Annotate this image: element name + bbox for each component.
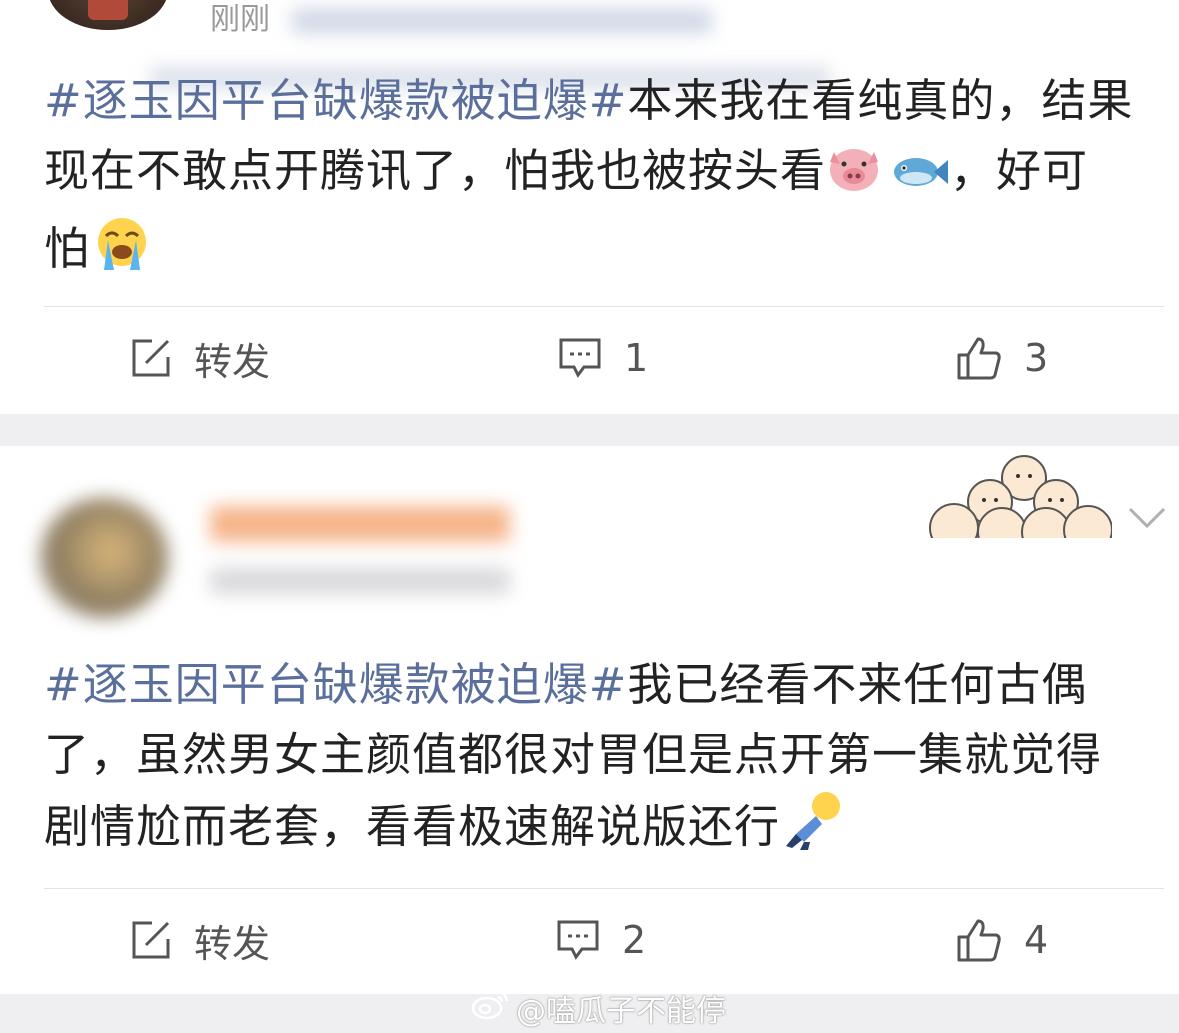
decoration-sticker <box>928 454 1113 557</box>
post-text: #逐玉因平台缺爆款被迫爆#我已经看不来任何古偶 了，虽然男女主颜值都很对胃但是点… <box>44 650 1154 870</box>
comment-icon <box>558 337 602 379</box>
watermark-text: @嗑瓜子不能停 <box>516 994 726 1029</box>
lying-flat-person-icon <box>782 790 844 870</box>
repost-label: 转发 <box>194 921 271 966</box>
repost-button[interactable]: 转发 <box>130 328 270 388</box>
like-button[interactable]: 4 <box>956 910 1048 970</box>
thumbs-up-icon <box>956 335 1002 381</box>
post-meta: 刚刚 <box>210 0 712 38</box>
divider <box>44 888 1164 889</box>
post-meta <box>210 568 510 594</box>
chevron-down-icon[interactable] <box>1128 506 1166 534</box>
thumbs-up-icon <box>956 917 1002 963</box>
divider <box>44 306 1164 307</box>
action-bar: 转发 2 4 <box>0 910 1179 970</box>
repost-button[interactable]: 转发 <box>130 910 270 970</box>
pig-face-icon <box>826 142 882 214</box>
share-icon <box>130 919 172 961</box>
post-text: #逐玉因平台缺爆款被迫爆#本来我在看纯真的，结果 现在不敢点开腾讯了，怕我也被按… <box>44 66 1154 292</box>
comment-button[interactable]: 2 <box>556 910 646 970</box>
post-card-1: 刚刚 #逐玉因平台缺爆款被迫爆#本来我在看纯真的，结果 现在不敢点开腾讯了，怕我… <box>0 0 1179 414</box>
comment-icon <box>556 919 600 961</box>
hashtag-link[interactable]: #逐玉因平台缺爆款被迫爆# <box>44 74 627 127</box>
like-button[interactable]: 3 <box>956 328 1048 388</box>
comment-count: 2 <box>622 918 647 962</box>
post-time: 刚刚 <box>210 2 270 37</box>
comment-button[interactable]: 1 <box>558 328 648 388</box>
action-bar: 转发 1 3 <box>0 328 1179 388</box>
repost-label: 转发 <box>194 339 271 384</box>
avatar[interactable] <box>48 0 168 30</box>
hashtag-link[interactable]: #逐玉因平台缺爆款被迫爆# <box>44 658 627 711</box>
username[interactable] <box>210 506 510 542</box>
avatar[interactable] <box>40 498 168 618</box>
watermark: @嗑瓜子不能停 <box>470 988 726 1029</box>
weibo-logo-icon <box>470 988 510 1028</box>
comment-count: 1 <box>624 336 649 380</box>
share-icon <box>130 337 172 379</box>
like-count: 3 <box>1024 336 1049 380</box>
fish-icon <box>890 144 950 214</box>
post-card-2: #逐玉因平台缺爆款被迫爆#我已经看不来任何古偶 了，虽然男女主颜值都很对胃但是点… <box>0 446 1179 994</box>
like-count: 4 <box>1024 918 1049 962</box>
crying-face-icon <box>94 216 150 292</box>
